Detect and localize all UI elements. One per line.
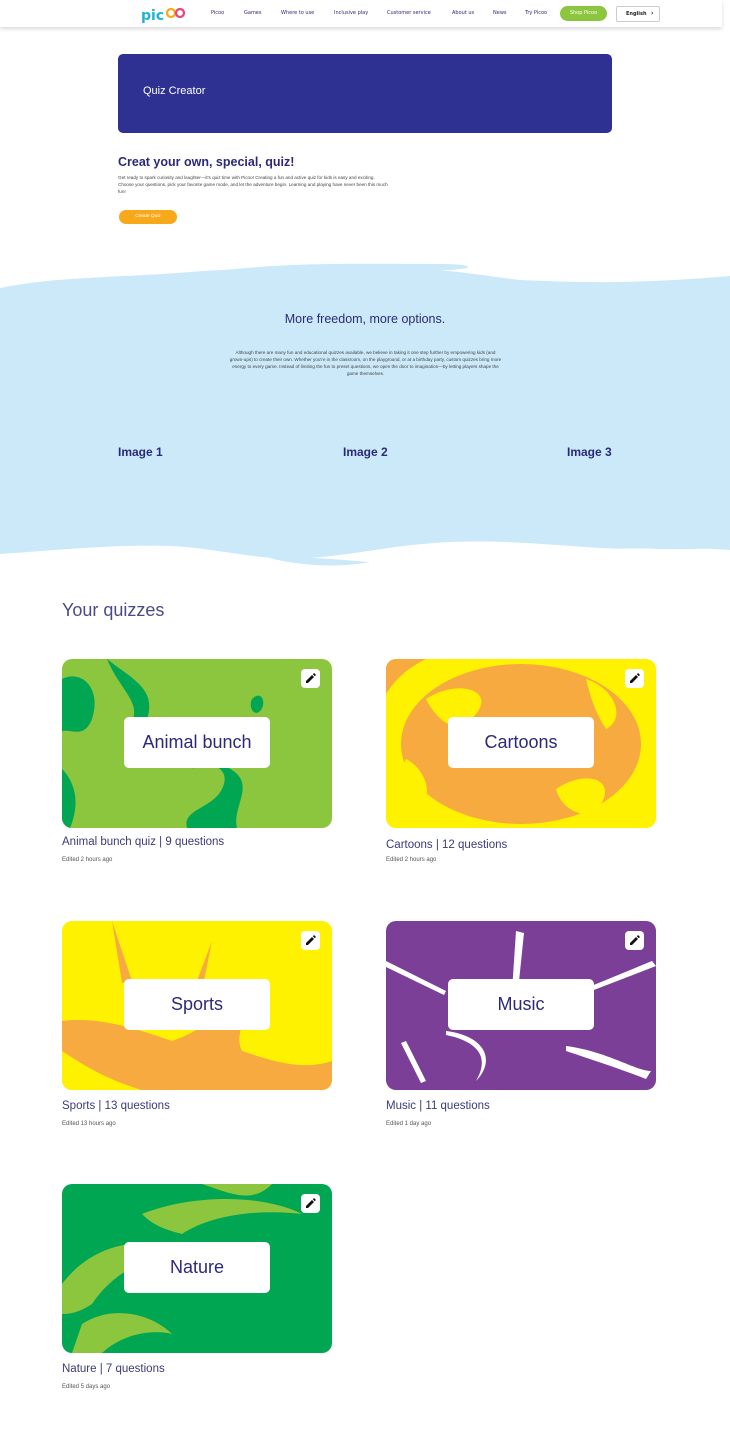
quiz-edited-time: Edited 13 hours ago bbox=[62, 1121, 116, 1127]
card-title: Sports bbox=[124, 979, 270, 1030]
intro-heading: Creat your own, special, quiz! bbox=[118, 155, 295, 169]
quiz-meta: Music | 11 questions bbox=[386, 1100, 490, 1112]
quiz-card-animal-bunch[interactable]: Animal bunch bbox=[62, 659, 332, 828]
nav-link-where-to-use[interactable]: Where to use bbox=[281, 10, 314, 16]
edit-button[interactable] bbox=[625, 669, 644, 688]
edit-button[interactable] bbox=[301, 1194, 320, 1213]
nav-link-about-us[interactable]: About us bbox=[452, 10, 474, 16]
card-title: Animal bunch bbox=[124, 717, 270, 768]
band-heading: More freedom, more options. bbox=[284, 312, 446, 326]
page-title: Quiz Creator bbox=[143, 85, 206, 97]
nav-link-picoo[interactable]: Picoo bbox=[211, 10, 224, 16]
language-label: English bbox=[626, 11, 647, 17]
chevron-right-icon: › bbox=[651, 10, 654, 17]
nav-link-news[interactable]: News bbox=[493, 10, 507, 16]
infinity-logo-icon bbox=[166, 7, 186, 19]
image-placeholder-3: Image 3 bbox=[567, 445, 612, 459]
pencil-icon bbox=[306, 1198, 316, 1208]
top-nav: pic Picoo Games Where to use Inclusive p… bbox=[0, 0, 722, 27]
image-placeholder-2: Image 2 bbox=[343, 445, 388, 459]
picoo-logo[interactable]: pic bbox=[141, 5, 186, 24]
pencil-icon bbox=[630, 673, 640, 683]
quiz-edited-time: Edited 2 hours ago bbox=[62, 857, 113, 863]
image-placeholder-1: Image 1 bbox=[118, 445, 163, 459]
pencil-icon bbox=[306, 673, 316, 683]
edit-button[interactable] bbox=[625, 931, 644, 950]
quiz-edited-time: Edited 2 hours ago bbox=[386, 857, 437, 863]
quiz-card-nature[interactable]: Nature bbox=[62, 1184, 332, 1353]
shop-picoo-button[interactable]: Shop Picoo bbox=[560, 6, 607, 21]
nav-link-inclusive-play[interactable]: Inclusive play bbox=[334, 10, 368, 16]
logo-text: pic bbox=[141, 8, 165, 24]
pencil-icon bbox=[630, 935, 640, 945]
band-body: Although there are many fun and educatio… bbox=[229, 350, 502, 376]
nav-link-customer-service[interactable]: Customer service bbox=[387, 10, 431, 16]
language-selector[interactable]: English › bbox=[616, 6, 660, 22]
edit-button[interactable] bbox=[301, 669, 320, 688]
quiz-meta: Nature | 7 questions bbox=[62, 1363, 165, 1375]
create-quiz-button[interactable]: Create Quiz bbox=[119, 210, 177, 224]
quiz-meta: Cartoons | 12 questions bbox=[386, 839, 508, 851]
quiz-meta: Sports | 13 questions bbox=[62, 1100, 170, 1112]
your-quizzes-heading: Your quizzes bbox=[62, 600, 165, 620]
brush-stroke-background bbox=[0, 263, 730, 566]
pencil-icon bbox=[306, 935, 316, 945]
quiz-card-sports[interactable]: Sports bbox=[62, 921, 332, 1090]
nav-link-try-picoo[interactable]: Try Picoo bbox=[525, 10, 547, 16]
nav-link-games[interactable]: Games bbox=[244, 10, 262, 16]
hero-banner: Quiz Creator bbox=[118, 54, 612, 133]
quiz-card-music[interactable]: Music bbox=[386, 921, 656, 1090]
quiz-meta: Animal bunch quiz | 9 questions bbox=[62, 836, 225, 848]
intro-body: Get ready to spark curiosity and laughte… bbox=[118, 175, 388, 194]
card-title: Cartoons bbox=[448, 717, 594, 768]
edit-button[interactable] bbox=[301, 931, 320, 950]
quiz-card-cartoons[interactable]: Cartoons bbox=[386, 659, 656, 828]
quiz-edited-time: Edited 1 day ago bbox=[386, 1121, 432, 1127]
card-title: Music bbox=[448, 979, 594, 1030]
card-title: Nature bbox=[124, 1242, 270, 1293]
quiz-edited-time: Edited 5 days ago bbox=[62, 1384, 111, 1390]
